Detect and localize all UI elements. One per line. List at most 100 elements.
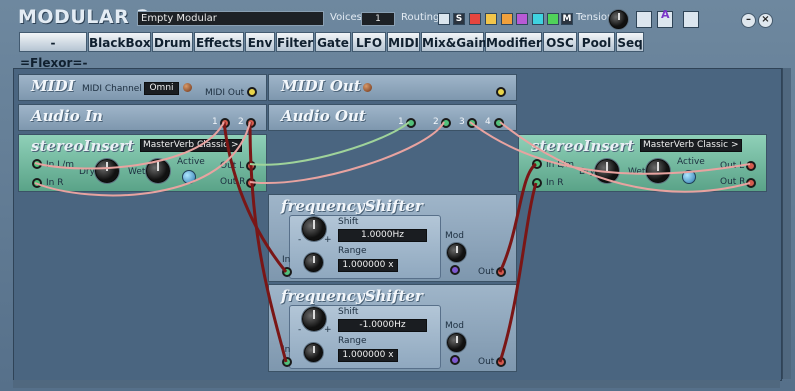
module-midi-out[interactable]: MIDI Out [268,74,517,101]
category-effects[interactable]: Effects [194,32,244,52]
frequency-shifter-1-shift-knob[interactable] [302,217,326,241]
stereo-insert-2-in-r-label: In R [546,178,564,188]
frequency-shifter-1-in-jack[interactable] [282,267,292,277]
close-button[interactable]: × [758,13,773,28]
stereo-insert-2-out-l-jack[interactable] [746,161,756,171]
routing-none-button[interactable] [438,13,450,25]
module-stereo-insert-1[interactable]: stereoInsert MasterVerb Classic > In L/m… [18,134,267,192]
routing-color-cyan[interactable] [532,13,544,25]
stereo-insert-1-wet-label: Wet [128,167,146,177]
audio-out-port-2-jack[interactable] [441,118,451,128]
save-icon[interactable] [636,11,652,28]
frequency-shifter-2-shift-knob[interactable] [302,307,326,331]
audio-out-port-1-jack[interactable] [406,118,416,128]
frequency-shifter-1-range-value[interactable]: 1.000000 x [338,259,398,272]
stereo-insert-2-active-button[interactable] [682,170,696,184]
module-frequency-shifter-2[interactable]: frequencyShifter Shift - + -1.0000Hz Ran… [268,284,517,372]
category-midi[interactable]: MIDI [387,32,420,52]
category-filter[interactable]: Filter [276,32,314,52]
audio-in-port-2-jack[interactable] [246,118,256,128]
stereo-insert-2-in-r-jack[interactable] [532,178,542,188]
routing-color-green[interactable] [547,13,559,25]
midi-out-label: MIDI Out [205,88,245,98]
stereo-insert-1-dry-knob[interactable] [95,159,119,183]
help-icon[interactable]: A [661,8,670,21]
routing-color-purple[interactable] [516,13,528,25]
frequency-shifter-2-mod-knob[interactable] [447,333,466,352]
stereo-insert-2-out-l-label: Out L [720,161,745,171]
stereo-insert-1-in-l-jack[interactable] [32,159,42,169]
stereo-insert-1-wet-knob[interactable] [146,159,170,183]
module-audio-out-title: Audio Out [281,107,366,125]
midi-channel-select[interactable]: Omni [144,82,179,95]
copy-icon[interactable] [683,11,699,28]
minimize-button[interactable]: – [741,13,756,28]
stereo-insert-1-plugin-select[interactable]: MasterVerb Classic > [140,139,242,152]
audio-out-port-1-label: 1 [398,117,404,127]
stereo-insert-2-in-l-jack[interactable] [532,159,542,169]
category-flexor[interactable]: -=Flexor=- [19,32,87,70]
frequency-shifter-1-plus-label: + [324,235,332,245]
frequency-shifter-2-range-knob[interactable] [304,343,323,362]
category-blackbox[interactable]: BlackBox [88,32,151,52]
frequency-shifter-2-mod-label: Mod [445,321,464,331]
module-audio-in[interactable]: Audio In 1 2 [18,104,267,131]
frequency-shifter-2-shift-value[interactable]: -1.0000Hz [338,319,427,332]
frequency-shifter-2-out-jack[interactable] [496,357,506,367]
category-pool[interactable]: Pool [578,32,615,52]
stereo-insert-2-out-r-jack[interactable] [746,178,756,188]
stereo-insert-1-title: stereoInsert [31,137,135,155]
frequency-shifter-2-range-value[interactable]: 1.000000 x [338,349,398,362]
stereo-insert-2-plugin-select[interactable]: MasterVerb Classic > [640,139,742,152]
stereo-insert-1-out-l-jack[interactable] [246,161,256,171]
routing-s-button[interactable]: S [453,13,465,25]
app-title: MODULAR 2 [18,6,151,28]
frequency-shifter-2-plus-label: + [324,325,332,335]
frequency-shifter-2-title: frequencyShifter [281,287,423,305]
stereo-insert-2-title: stereoInsert [531,137,635,155]
frequency-shifter-2-mod-jack[interactable] [450,355,460,365]
category-modifier[interactable]: Modifier [485,32,542,52]
category-seq[interactable]: Seq [616,32,644,52]
module-midi[interactable]: MIDI MIDI Channel Omni MIDI Out [18,74,267,101]
module-audio-out[interactable]: Audio Out 1 2 3 4 [268,104,517,131]
audio-in-port-1-label: 1 [212,117,218,127]
category-lfo[interactable]: LFO [352,32,386,52]
stereo-insert-2-wet-knob[interactable] [646,159,670,183]
stereo-insert-2-dry-knob[interactable] [595,159,619,183]
stereo-insert-1-in-r-jack[interactable] [32,178,42,188]
audio-in-port-1-jack[interactable] [220,118,230,128]
stereo-insert-1-out-r-jack[interactable] [246,178,256,188]
voices-field[interactable]: 1 [361,12,395,26]
frequency-shifter-1-range-knob[interactable] [304,253,323,272]
routing-color-orange[interactable] [501,13,513,25]
preset-name-field[interactable]: Empty Modular [137,11,324,26]
routing-color-yellow[interactable] [485,13,497,25]
vertical-scrollbar[interactable] [782,68,791,379]
midi-out-jack[interactable] [247,87,257,97]
stereo-insert-1-in-l-label: In L/m [46,160,75,170]
tension-knob[interactable] [609,10,628,29]
module-stereo-insert-2[interactable]: stereoInsert MasterVerb Classic > In L/m… [518,134,767,192]
audio-out-port-3-jack[interactable] [467,118,477,128]
midi-out-led [363,83,372,92]
stereo-insert-1-active-button[interactable] [182,170,196,184]
stereo-insert-2-active-label: Active [677,157,705,167]
frequency-shifter-1-mod-knob[interactable] [447,243,466,262]
midi-out-in-jack[interactable] [496,87,506,97]
routing-m-button[interactable]: M [561,13,573,25]
frequency-shifter-2-in-jack[interactable] [282,357,292,367]
category-gate[interactable]: Gate [315,32,351,52]
module-frequency-shifter-1[interactable]: frequencyShifter Shift - + 1.0000Hz Rang… [268,194,517,282]
frequency-shifter-1-shift-value[interactable]: 1.0000Hz [338,229,427,242]
horizontal-scrollbar[interactable] [13,380,780,388]
category-mix-gain[interactable]: Mix&Gain [421,32,487,52]
category-osc[interactable]: OSC [543,32,577,52]
frequency-shifter-1-out-jack[interactable] [496,267,506,277]
audio-out-port-4-jack[interactable] [494,118,504,128]
category-env[interactable]: Env [245,32,275,52]
category-drum[interactable]: Drum [152,32,193,52]
frequency-shifter-2-range-label: Range [338,336,367,346]
frequency-shifter-1-mod-jack[interactable] [450,265,460,275]
routing-color-red[interactable] [469,13,481,25]
